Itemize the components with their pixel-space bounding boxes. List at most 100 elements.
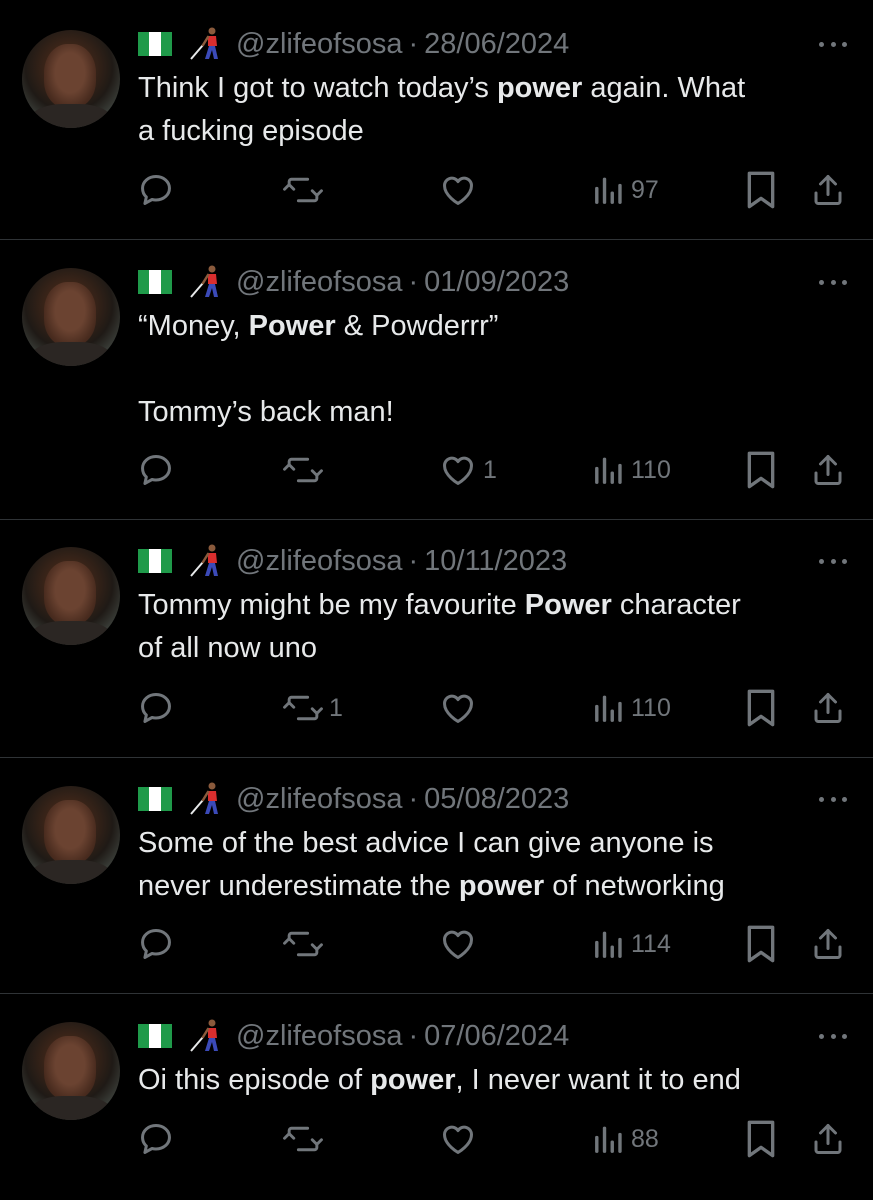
reply-button[interactable] (137, 924, 181, 964)
like-icon (439, 925, 477, 963)
more-options-icon[interactable] (819, 1018, 847, 1054)
nigeria-flag-icon (138, 1024, 172, 1048)
highlighted-keyword: Power (248, 310, 336, 342)
retweet-button[interactable] (283, 170, 329, 210)
retweet-icon (283, 925, 323, 963)
tweet[interactable]: @zlifeofsosa · 05/08/2023 Some of the best … (0, 758, 873, 994)
bookmark-button[interactable] (744, 688, 778, 728)
bookmark-icon (744, 924, 778, 964)
timestamp[interactable]: 01/09/2023 (424, 266, 569, 299)
bookmark-icon (744, 170, 778, 210)
person-with-white-cane-icon (188, 782, 224, 816)
like-button[interactable] (439, 924, 483, 964)
reply-button[interactable] (137, 170, 181, 210)
tweet-actions: 1 110 (0, 688, 873, 728)
separator: · (408, 265, 419, 298)
bookmark-button[interactable] (744, 924, 778, 964)
timestamp[interactable]: 07/06/2024 (424, 1020, 569, 1053)
retweet-button[interactable] (283, 1119, 329, 1159)
like-button[interactable] (439, 170, 483, 210)
views-count: 110 (631, 455, 671, 484)
share-icon (810, 1120, 846, 1158)
like-icon (439, 1120, 477, 1158)
avatar[interactable] (22, 1022, 120, 1120)
reply-icon (137, 689, 175, 727)
views-button[interactable]: 88 (593, 1119, 659, 1159)
views-icon (593, 173, 625, 207)
views-button[interactable]: 114 (593, 924, 671, 964)
avatar[interactable] (22, 547, 120, 645)
tweet[interactable]: @zlifeofsosa · 28/06/2024 Think I got to wa… (0, 0, 873, 240)
tweet-header: @zlifeofsosa · 07/06/2024 (138, 1018, 569, 1054)
share-button[interactable] (810, 924, 846, 964)
handle[interactable]: @zlifeofsosa (236, 28, 402, 61)
like-icon (439, 689, 477, 727)
like-button[interactable] (439, 1119, 483, 1159)
views-button[interactable]: 97 (593, 170, 659, 210)
handle[interactable]: @zlifeofsosa (236, 545, 402, 578)
text-segment: never underestimate the (138, 870, 459, 902)
share-icon (810, 171, 846, 209)
more-options-icon[interactable] (819, 781, 847, 817)
more-options-icon[interactable] (819, 543, 847, 579)
avatar[interactable] (22, 268, 120, 366)
tweet-text: Some of the best advice I can give anyon… (138, 822, 858, 908)
reply-button[interactable] (137, 1119, 181, 1159)
tweet-header: @zlifeofsosa · 28/06/2024 (138, 26, 569, 62)
tweet[interactable]: @zlifeofsosa · 07/06/2024 Oi this episode o… (0, 994, 873, 1200)
more-options-icon[interactable] (819, 264, 847, 300)
tweet-text: Tommy might be my favourite Power charac… (138, 584, 858, 670)
views-count: 97 (631, 175, 659, 204)
bookmark-button[interactable] (744, 1119, 778, 1159)
retweet-button[interactable]: 1 (283, 688, 343, 728)
retweet-button[interactable] (283, 450, 329, 490)
like-icon (439, 171, 477, 209)
share-button[interactable] (810, 450, 846, 490)
share-button[interactable] (810, 1119, 846, 1159)
retweet-button[interactable] (283, 924, 329, 964)
share-button[interactable] (810, 170, 846, 210)
retweet-icon (283, 1120, 323, 1158)
bookmark-button[interactable] (744, 170, 778, 210)
views-icon (593, 453, 625, 487)
reply-icon (137, 1120, 175, 1158)
text-segment: Oi this episode of (138, 1064, 371, 1096)
reply-button[interactable] (137, 688, 181, 728)
views-count: 88 (631, 1124, 659, 1153)
avatar[interactable] (22, 786, 120, 884)
handle[interactable]: @zlifeofsosa (236, 266, 402, 299)
reply-button[interactable] (137, 450, 181, 490)
person-with-white-cane-icon (188, 544, 224, 578)
like-button[interactable]: 1 (439, 450, 497, 490)
separator: · (408, 544, 419, 577)
timestamp[interactable]: 05/08/2023 (424, 783, 569, 816)
text-segment: Tommy’s back man! (138, 396, 394, 428)
like-button[interactable] (439, 688, 483, 728)
bookmark-icon (744, 450, 778, 490)
separator: · (408, 1019, 419, 1052)
tweet[interactable]: @zlifeofsosa · 01/09/2023 “Money, Power & P… (0, 240, 873, 520)
separator: · (408, 27, 419, 60)
handle[interactable]: @zlifeofsosa (236, 1020, 402, 1053)
share-button[interactable] (810, 688, 846, 728)
views-icon (593, 1122, 625, 1156)
timestamp[interactable]: 10/11/2023 (424, 545, 567, 578)
views-icon (593, 691, 625, 725)
tweet-actions: 114 (0, 924, 873, 964)
nigeria-flag-icon (138, 270, 172, 294)
timestamp[interactable]: 28/06/2024 (424, 28, 569, 61)
person-with-white-cane-icon (188, 265, 224, 299)
share-icon (810, 689, 846, 727)
views-button[interactable]: 110 (593, 450, 671, 490)
views-count: 114 (631, 929, 671, 958)
views-button[interactable]: 110 (593, 688, 671, 728)
separator: · (408, 782, 419, 815)
text-segment: again. What (582, 72, 746, 104)
avatar[interactable] (22, 30, 120, 128)
tweet-header: @zlifeofsosa · 05/08/2023 (138, 781, 569, 817)
more-options-icon[interactable] (819, 26, 847, 62)
handle[interactable]: @zlifeofsosa (236, 783, 402, 816)
bookmark-button[interactable] (744, 450, 778, 490)
tweet[interactable]: @zlifeofsosa · 10/11/2023 Tommy might be my… (0, 520, 873, 758)
nigeria-flag-icon (138, 32, 172, 56)
